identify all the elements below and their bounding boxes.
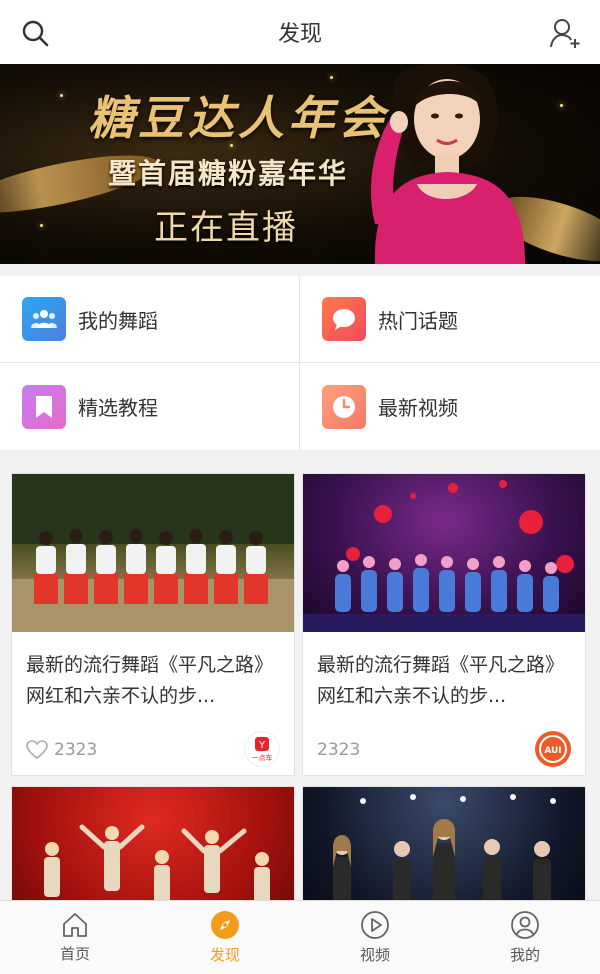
- video-thumbnail[interactable]: [303, 787, 585, 900]
- video-title[interactable]: 最新的流行舞蹈《平凡之路》网红和六亲不认的步...: [303, 632, 585, 725]
- quick-link-hot-topics[interactable]: 热门话题: [300, 276, 600, 363]
- like-count[interactable]: 2323: [317, 740, 360, 760]
- add-friend-button[interactable]: [548, 16, 582, 50]
- video-card[interactable]: 最新的流行舞蹈《平凡之路》网红和六亲不认的步... 2323 Y 一点车: [11, 473, 295, 776]
- video-card[interactable]: 最新的流行舞蹈《平凡之路》网红和六亲不认的步... 2323 AUI: [302, 473, 586, 776]
- video-title[interactable]: 最新的流行舞蹈《平凡之路》网红和六亲不认的步...: [12, 632, 294, 725]
- tab-video[interactable]: 视频: [300, 901, 450, 974]
- sparkle: [40, 224, 43, 227]
- quick-link-tutorials[interactable]: 精选教程: [0, 363, 300, 450]
- profile-icon: [511, 911, 539, 939]
- bottom-tab-bar: 首页 发现 视频 我的: [0, 900, 600, 974]
- bookmark-icon: [22, 384, 66, 429]
- banner-subtitle: 暨首届糖粉嘉年华: [108, 157, 349, 190]
- channel-badge[interactable]: AUI: [535, 731, 571, 767]
- play-icon: [361, 911, 389, 939]
- page-title: 发现: [277, 22, 322, 47]
- like-count-value: 2323: [317, 740, 361, 760]
- banner-title: 糖豆达人年会: [88, 91, 388, 145]
- sparkle: [560, 104, 563, 107]
- host-photo: [370, 64, 525, 264]
- like-count[interactable]: 2323: [26, 740, 97, 760]
- chat-bubble-icon: [322, 297, 366, 341]
- heart-icon: [26, 740, 48, 760]
- quick-link-new-videos[interactable]: 最新视频: [300, 363, 600, 450]
- sparkle: [330, 76, 333, 79]
- search-icon: [22, 20, 49, 47]
- users-icon: [22, 297, 66, 341]
- top-nav-bar: 发现: [0, 0, 600, 64]
- tab-label: 首页: [59, 945, 90, 963]
- video-thumbnail[interactable]: [12, 474, 294, 632]
- tab-home[interactable]: 首页: [0, 901, 150, 974]
- live-banner[interactable]: 糖豆达人年会 暨首届糖粉嘉年华 正在直播: [0, 64, 600, 264]
- tab-label: 我的: [509, 946, 540, 964]
- banner-live-label: 正在直播: [154, 208, 298, 248]
- clock-icon: [322, 384, 366, 429]
- badge-text: AUI: [544, 746, 561, 756]
- badge-text: 一点车: [252, 753, 273, 762]
- tab-label: 视频: [359, 946, 390, 964]
- sparkle: [60, 94, 63, 97]
- home-icon: [63, 913, 87, 937]
- search-button[interactable]: [18, 16, 52, 50]
- video-card[interactable]: [11, 786, 295, 900]
- video-thumbnail[interactable]: [12, 787, 294, 900]
- video-thumbnail[interactable]: [303, 474, 585, 632]
- tab-profile[interactable]: 我的: [450, 901, 600, 974]
- quick-link-label: 精选教程: [78, 396, 158, 420]
- video-card[interactable]: [302, 786, 586, 900]
- video-meta: 2323 AUI: [303, 725, 585, 775]
- like-count-value: 2323: [54, 740, 98, 760]
- tab-label: 发现: [209, 946, 240, 964]
- quick-link-label: 最新视频: [378, 396, 458, 420]
- quick-link-label: 热门话题: [378, 308, 458, 333]
- channel-badge[interactable]: Y 一点车: [244, 731, 280, 767]
- tab-discover[interactable]: 发现: [150, 901, 300, 974]
- quick-links-grid: 我的舞蹈 热门话题 精选教程 最新视频: [0, 276, 600, 450]
- quick-link-my-dance[interactable]: 我的舞蹈: [0, 276, 300, 363]
- compass-icon: [211, 911, 239, 939]
- quick-link-label: 我的舞蹈: [78, 308, 158, 333]
- video-meta: 2323 Y 一点车: [12, 725, 294, 775]
- svg-text:Y: Y: [258, 740, 266, 751]
- video-feed: 最新的流行舞蹈《平凡之路》网红和六亲不认的步... 2323 Y 一点车 最新的…: [0, 464, 600, 900]
- add-user-icon: [550, 19, 580, 48]
